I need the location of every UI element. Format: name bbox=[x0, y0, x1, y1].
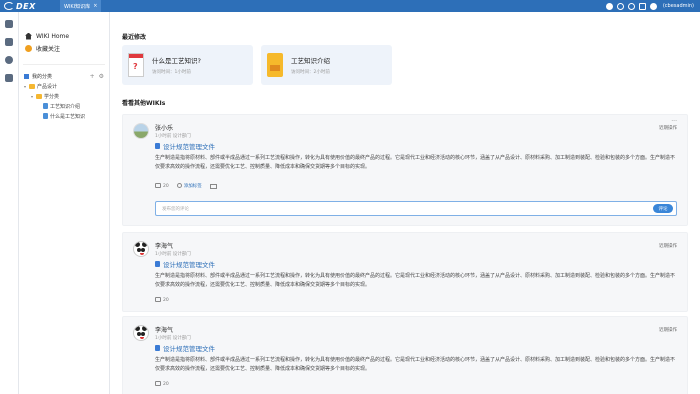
avatar[interactable] bbox=[133, 123, 149, 139]
post-actions: 20 添加标签 bbox=[155, 183, 217, 189]
person-icon[interactable] bbox=[5, 38, 13, 46]
tab-wiki[interactable]: WIKI知识库 × bbox=[60, 0, 102, 12]
user-avatar-icon[interactable] bbox=[649, 2, 657, 10]
top-right-tools: (cbesadmin) bbox=[605, 2, 700, 10]
globe-icon[interactable] bbox=[616, 2, 624, 10]
post-actions: 20 bbox=[155, 381, 169, 387]
document-title: 设计规范管理文件 bbox=[163, 345, 215, 353]
others-title: 看看其他WIKIs bbox=[122, 100, 166, 107]
sidebar-item-label: WIKI Home bbox=[36, 32, 70, 40]
recent-action-label[interactable]: 近期操作 bbox=[659, 125, 677, 131]
folder-icon bbox=[267, 53, 283, 77]
author-name[interactable]: 李海气 bbox=[155, 241, 173, 250]
post-body: 生产制造是指将原材料、部件或半成品通过一系列工艺流程和操作，转化为具有使用价值的… bbox=[155, 155, 676, 170]
recent-card-title: 工艺知识介绍 bbox=[291, 57, 330, 65]
categories-header: 我的分类 + ⚙ bbox=[19, 71, 109, 81]
comment-count[interactable]: 20 bbox=[155, 297, 169, 303]
module-icon-bar bbox=[0, 12, 19, 394]
search-icon[interactable] bbox=[627, 2, 635, 10]
post-meta: 1小时前 设计部门 bbox=[155, 336, 191, 341]
document-title: 设计规范管理文件 bbox=[163, 261, 215, 269]
document-icon bbox=[155, 143, 160, 149]
recent-card[interactable]: 工艺知识介绍 访问时间：2小时前 bbox=[261, 45, 392, 85]
tree-item-label: 工艺知识介绍 bbox=[50, 103, 81, 110]
menu-icon[interactable] bbox=[5, 20, 13, 28]
avatar[interactable] bbox=[133, 241, 149, 257]
logo-text: DEX bbox=[16, 1, 36, 11]
tree-item[interactable]: ▾ 产品设计 bbox=[19, 81, 109, 91]
recent-card-time: 访问时间：1小时前 bbox=[152, 70, 191, 75]
sidebar-divider bbox=[23, 64, 105, 65]
grid-icon bbox=[24, 73, 29, 79]
building-icon[interactable] bbox=[5, 74, 13, 82]
document-link[interactable]: 设计规范管理文件 bbox=[155, 141, 215, 151]
comment-count[interactable]: 20 bbox=[155, 183, 169, 189]
category-tree: ▾ 产品设计 ▾ 学分类工艺知识介绍 什么是工艺知识 bbox=[19, 81, 109, 121]
avatar[interactable] bbox=[133, 325, 149, 341]
tree-item[interactable]: ▾ 学分类 bbox=[19, 91, 109, 101]
tab-close-icon[interactable]: × bbox=[93, 3, 97, 9]
tree-item[interactable]: 什么是工艺知识 bbox=[19, 111, 109, 121]
wiki-post-card: 张小乐 1小时前 设计部门 近期操作 ··· 设计规范管理文件 生产制造是指将原… bbox=[122, 114, 688, 226]
share-mail-icon[interactable] bbox=[209, 183, 217, 189]
tree-item-label: 产品设计 bbox=[37, 83, 58, 90]
tree-item-label: 什么是工艺知识 bbox=[50, 113, 86, 120]
document-question-icon bbox=[128, 53, 144, 77]
app-logo[interactable]: DEX bbox=[0, 2, 60, 11]
comment-icon bbox=[155, 381, 161, 386]
category-settings-icon[interactable]: ⚙ bbox=[99, 73, 104, 80]
theme-icon[interactable] bbox=[605, 2, 613, 10]
document-link[interactable]: 设计规范管理文件 bbox=[155, 259, 215, 269]
tab-label: WIKI知识库 bbox=[64, 3, 91, 10]
post-meta: 1小时前 设计部门 bbox=[155, 252, 191, 257]
logo-mark-icon bbox=[4, 2, 14, 10]
wiki-post-card: 李海气 1小时前 设计部门 近期操作 设计规范管理文件 生产制造是指将原材料、部… bbox=[122, 232, 688, 312]
post-meta: 1小时前 设计部门 bbox=[155, 134, 191, 139]
post-actions: 20 bbox=[155, 297, 169, 303]
main-content: 最近修改 什么是工艺知识? 访问时间：1小时前 工艺知识介绍 访问时间：2小时前… bbox=[110, 12, 700, 394]
recent-title: 最近修改 bbox=[122, 34, 147, 41]
folder-icon bbox=[29, 83, 35, 89]
document-icon bbox=[43, 113, 48, 119]
categories-label: 我的分类 bbox=[32, 73, 53, 80]
document-icon bbox=[43, 103, 48, 109]
author-name[interactable]: 李海气 bbox=[155, 325, 173, 334]
add-category-button[interactable]: + bbox=[90, 73, 95, 80]
recent-action-label[interactable]: 近期操作 bbox=[659, 243, 677, 249]
home-icon bbox=[25, 32, 32, 40]
sidebar-item-wiki-home[interactable]: WIKI Home bbox=[19, 30, 109, 42]
comment-icon bbox=[155, 297, 161, 302]
user-name[interactable]: (cbesadmin) bbox=[663, 3, 694, 9]
tag-icon bbox=[176, 183, 182, 188]
add-tag-link[interactable]: 添加标签 bbox=[176, 183, 202, 189]
document-link[interactable]: 设计规范管理文件 bbox=[155, 343, 215, 353]
wiki-sidebar: WIKI Home 收藏关注 我的分类 + ⚙ ▾ 产品设计 ▾ 学分类工艺知识介绍什… bbox=[19, 12, 110, 394]
comment-submit-button[interactable]: 评论 bbox=[653, 204, 673, 213]
tree-item-label: 学分类 bbox=[44, 93, 60, 100]
comment-placeholder: 发布您的评论 bbox=[162, 206, 189, 212]
comment-icon bbox=[155, 183, 161, 188]
wiki-post-card: 李海气 1小时前 设计部门 近期操作 设计规范管理文件 生产制造是指将原材料、部… bbox=[122, 316, 688, 394]
notification-icon[interactable] bbox=[638, 2, 646, 10]
sidebar-item-label: 收藏关注 bbox=[36, 45, 61, 53]
more-options-icon[interactable]: ··· bbox=[671, 118, 677, 125]
recent-action-label[interactable]: 近期操作 bbox=[659, 327, 677, 333]
sidebar-item-favorites[interactable]: 收藏关注 bbox=[19, 42, 109, 54]
comment-input[interactable]: 发布您的评论 评论 bbox=[155, 201, 677, 216]
comment-count[interactable]: 20 bbox=[155, 381, 169, 387]
recent-card-title: 什么是工艺知识? bbox=[152, 57, 201, 65]
favorite-icon bbox=[25, 44, 32, 52]
tree-item[interactable]: 工艺知识介绍 bbox=[19, 101, 109, 111]
post-body: 生产制造是指将原材料、部件或半成品通过一系列工艺流程和操作，转化为具有使用价值的… bbox=[155, 273, 676, 288]
post-body: 生产制造是指将原材料、部件或半成品通过一系列工艺流程和操作，转化为具有使用价值的… bbox=[155, 357, 676, 372]
author-name[interactable]: 张小乐 bbox=[155, 123, 173, 132]
top-bar: DEX WIKI知识库 × (cbesadmin) bbox=[0, 0, 700, 12]
document-icon bbox=[155, 261, 160, 267]
settings-icon[interactable] bbox=[5, 56, 13, 64]
recent-card[interactable]: 什么是工艺知识? 访问时间：1小时前 bbox=[122, 45, 253, 85]
recent-card-time: 访问时间：2小时前 bbox=[291, 70, 330, 75]
document-icon bbox=[155, 345, 160, 351]
document-title: 设计规范管理文件 bbox=[163, 143, 215, 151]
folder-icon bbox=[36, 93, 42, 99]
